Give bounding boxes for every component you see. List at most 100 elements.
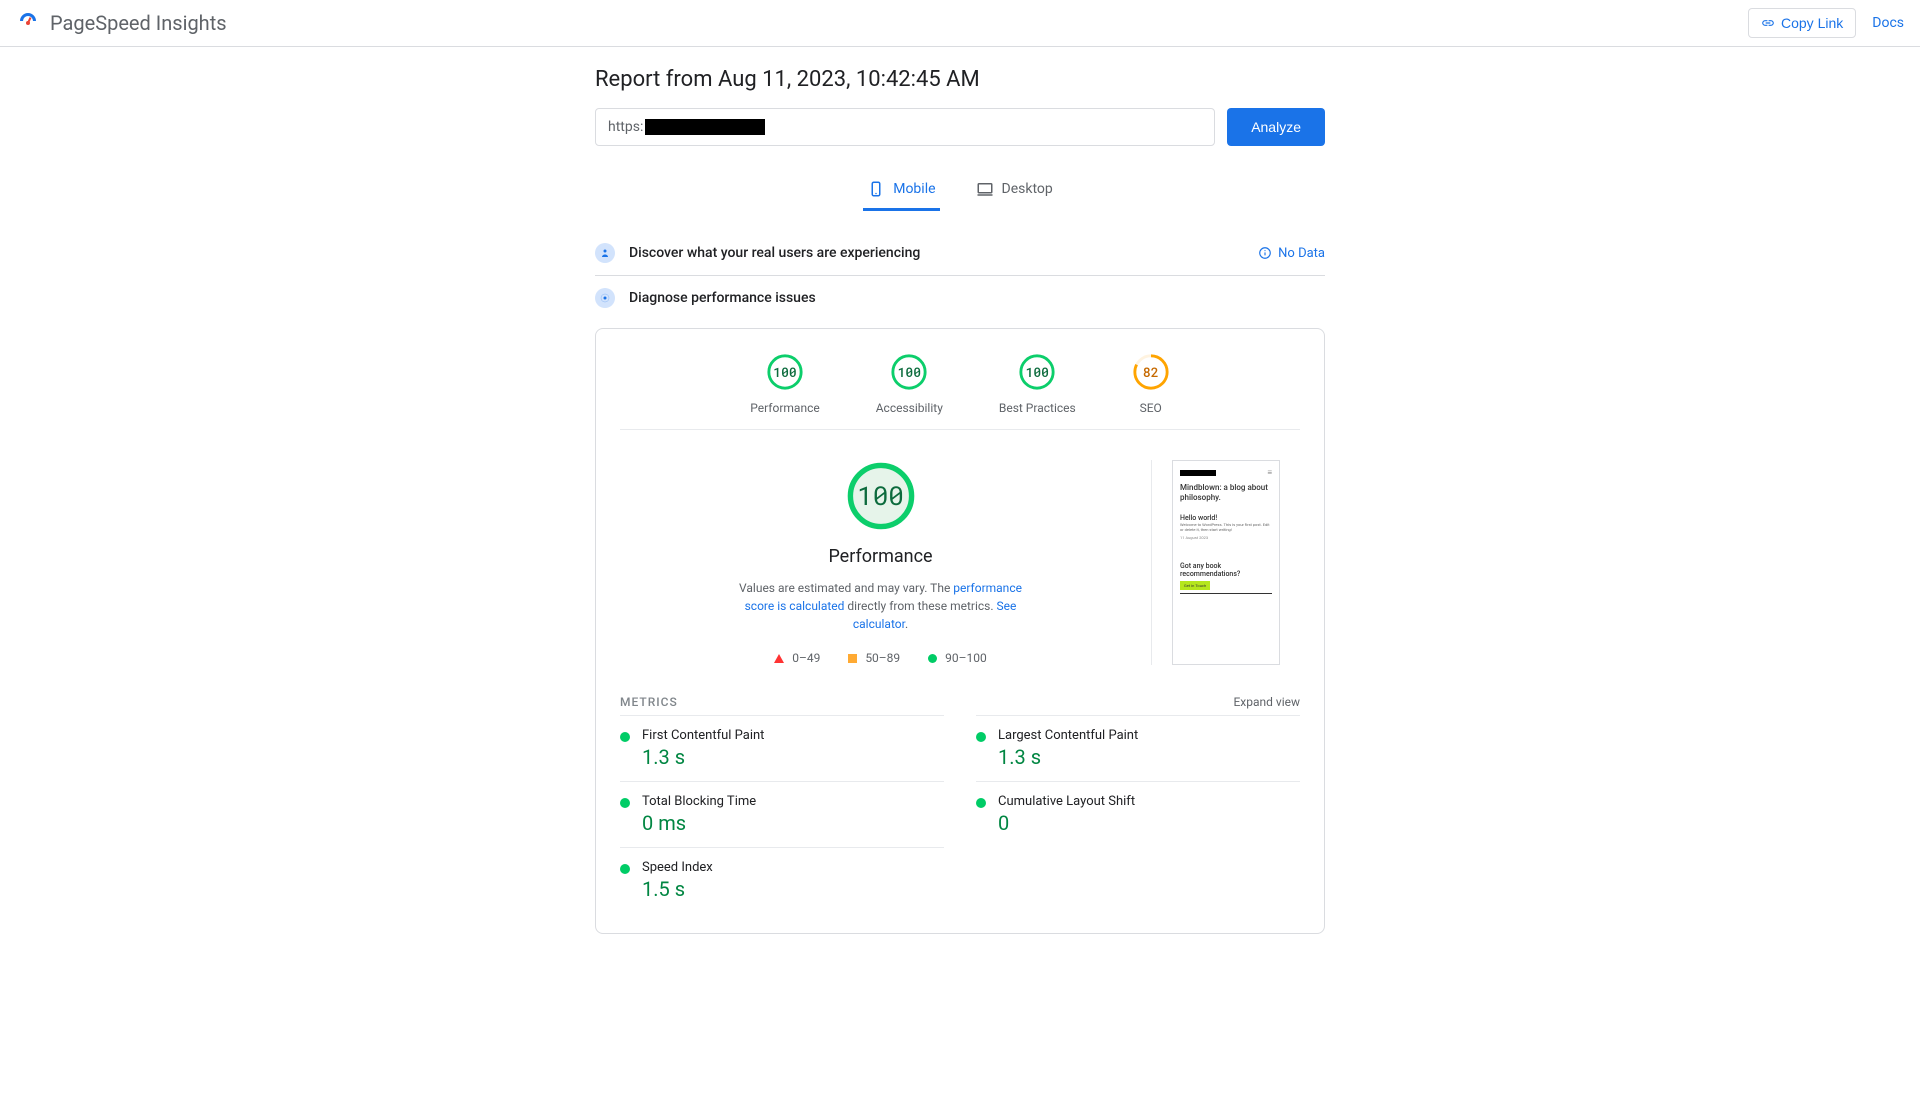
- copy-link-button[interactable]: Copy Link: [1748, 8, 1856, 38]
- gauge-label: Accessibility: [876, 401, 943, 415]
- score-legend: 0–49 50–89 90–100: [774, 651, 987, 665]
- metric-lcp: Largest Contentful Paint 1.3 s: [976, 715, 1300, 781]
- big-gauge-score: 100: [845, 460, 917, 532]
- metric-cls: Cumulative Layout Shift 0: [976, 781, 1300, 847]
- gauge-score: 100: [890, 353, 928, 391]
- link-icon: [1761, 16, 1775, 30]
- discover-section: Discover what your real users are experi…: [595, 231, 1325, 276]
- gauge-row: 100 Performance 100 Accessibility 100 Be…: [620, 349, 1300, 430]
- discover-left: Discover what your real users are experi…: [595, 243, 920, 263]
- metrics-title: METRICS: [620, 695, 678, 709]
- gauge-score: 82: [1132, 353, 1170, 391]
- main-container: Report from Aug 11, 2023, 10:42:45 AM ht…: [595, 47, 1325, 994]
- report-title: Report from Aug 11, 2023, 10:42:45 AM: [595, 67, 1325, 92]
- preview-header: ≡: [1180, 468, 1272, 477]
- header-left: PageSpeed Insights: [16, 9, 227, 37]
- preview-heading: Mindblown: a blog about philosophy.: [1180, 483, 1272, 502]
- legend-red: 0–49: [774, 651, 820, 665]
- square-icon: [848, 654, 857, 663]
- metric-value: 1.5 s: [642, 877, 713, 901]
- gauge-seo[interactable]: 82 SEO: [1132, 353, 1170, 415]
- users-icon: [595, 243, 615, 263]
- metric-value: 0: [998, 811, 1135, 835]
- metric-si: Speed Index 1.5 s: [620, 847, 944, 913]
- app-header: PageSpeed Insights Copy Link Docs: [0, 0, 1920, 47]
- metric-value: 1.3 s: [642, 745, 764, 769]
- lighthouse-card: 100 Performance 100 Accessibility 100 Be…: [595, 328, 1325, 934]
- pagespeed-logo-icon: [16, 9, 40, 37]
- url-row: https: Analyze: [595, 108, 1325, 146]
- status-dot-icon: [976, 798, 986, 808]
- analyze-button[interactable]: Analyze: [1227, 108, 1325, 146]
- url-redacted: [645, 119, 765, 135]
- status-dot-icon: [976, 732, 986, 742]
- copy-link-label: Copy Link: [1781, 15, 1843, 31]
- expand-view-toggle[interactable]: Expand view: [1233, 695, 1300, 709]
- mobile-icon: [867, 180, 885, 198]
- gauge-circle: 100: [890, 353, 928, 391]
- metric-name: First Contentful Paint: [642, 728, 764, 743]
- metrics-header: METRICS Expand view: [620, 685, 1300, 715]
- tab-mobile-label: Mobile: [893, 181, 935, 197]
- performance-detail: 100 Performance Values are estimated and…: [620, 430, 1300, 685]
- metric-name: Largest Contentful Paint: [998, 728, 1138, 743]
- discover-title: Discover what your real users are experi…: [629, 245, 920, 261]
- performance-summary: 100 Performance Values are estimated and…: [620, 460, 1152, 665]
- diagnose-left: Diagnose performance issues: [595, 288, 816, 308]
- metric-fcp: First Contentful Paint 1.3 s: [620, 715, 944, 781]
- gauge-circle: 100: [1018, 353, 1056, 391]
- gauge-label: Best Practices: [999, 401, 1076, 415]
- metric-name: Speed Index: [642, 860, 713, 875]
- preview-body: Welcome to WordPress. This is your first…: [1180, 523, 1272, 533]
- no-data-text: No Data: [1278, 246, 1325, 261]
- tab-desktop[interactable]: Desktop: [972, 170, 1057, 211]
- gauge-circle: 82: [1132, 353, 1170, 391]
- preview-date: 11 August 2023: [1180, 535, 1272, 540]
- preview-subtitle: Hello world!: [1180, 514, 1272, 522]
- screenshot-preview: ≡ Mindblown: a blog about philosophy. He…: [1172, 460, 1280, 665]
- diagnose-icon: [595, 288, 615, 308]
- gauge-label: SEO: [1140, 401, 1162, 415]
- device-tabs: Mobile Desktop: [595, 170, 1325, 211]
- status-dot-icon: [620, 798, 630, 808]
- legend-green: 90–100: [928, 651, 987, 665]
- url-input[interactable]: https:: [595, 108, 1215, 146]
- url-prefix: https:: [608, 119, 643, 135]
- metric-value: 0 ms: [642, 811, 756, 835]
- big-gauge: 100: [845, 460, 917, 532]
- metric-value: 1.3 s: [998, 745, 1138, 769]
- legend-orange: 50–89: [848, 651, 900, 665]
- circle-icon: [928, 654, 937, 663]
- no-data-link[interactable]: No Data: [1258, 246, 1325, 261]
- performance-title: Performance: [828, 546, 932, 567]
- status-dot-icon: [620, 732, 630, 742]
- performance-description: Values are estimated and may vary. The p…: [726, 579, 1036, 633]
- tab-mobile[interactable]: Mobile: [863, 170, 939, 211]
- app-title: PageSpeed Insights: [50, 11, 227, 35]
- metric-name: Total Blocking Time: [642, 794, 756, 809]
- header-right: Copy Link Docs: [1748, 8, 1904, 38]
- info-icon: [1258, 246, 1272, 260]
- gauge-best-practices[interactable]: 100 Best Practices: [999, 353, 1076, 415]
- desktop-icon: [976, 180, 994, 198]
- preview-divider: [1180, 593, 1272, 594]
- preview-question: Got any book recommendations?: [1180, 562, 1272, 578]
- gauge-score: 100: [766, 353, 804, 391]
- diagnose-title: Diagnose performance issues: [629, 290, 816, 306]
- metrics-grid: First Contentful Paint 1.3 s Largest Con…: [620, 715, 1300, 913]
- status-dot-icon: [620, 864, 630, 874]
- gauge-performance[interactable]: 100 Performance: [750, 353, 819, 415]
- metric-tbt: Total Blocking Time 0 ms: [620, 781, 944, 847]
- triangle-icon: [774, 654, 784, 663]
- gauge-label: Performance: [750, 401, 819, 415]
- metric-name: Cumulative Layout Shift: [998, 794, 1135, 809]
- tab-desktop-label: Desktop: [1002, 181, 1053, 197]
- gauge-accessibility[interactable]: 100 Accessibility: [876, 353, 943, 415]
- gauge-circle: 100: [766, 353, 804, 391]
- preview-button: Get in Touch: [1180, 581, 1210, 590]
- diagnose-section: Diagnose performance issues: [595, 276, 1325, 320]
- menu-icon: ≡: [1267, 468, 1272, 477]
- preview-logo: [1180, 470, 1216, 476]
- docs-link[interactable]: Docs: [1872, 15, 1904, 31]
- gauge-score: 100: [1018, 353, 1056, 391]
